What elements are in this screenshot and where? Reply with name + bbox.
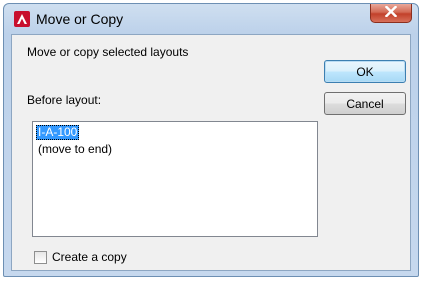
create-copy-label[interactable]: Create a copy	[52, 250, 127, 264]
window-title: Move or Copy	[36, 11, 124, 27]
dialog-body: Move or copy selected layouts Before lay…	[11, 34, 411, 271]
close-button[interactable]	[370, 4, 412, 23]
create-copy-checkbox[interactable]	[34, 250, 47, 264]
before-layout-label: Before layout:	[27, 93, 102, 107]
create-copy-option[interactable]: Create a copy	[34, 250, 127, 264]
ok-button[interactable]: OK	[324, 60, 406, 83]
prompt-text: Move or copy selected layouts	[27, 45, 189, 59]
list-item-move-to-end[interactable]: (move to end)	[36, 142, 114, 157]
cancel-button[interactable]: Cancel	[324, 92, 406, 115]
list-item-i-a-100[interactable]: I-A-100	[36, 125, 80, 140]
autocad-logo-icon	[14, 11, 30, 27]
title-bar[interactable]: Move or Copy	[4, 4, 418, 34]
move-or-copy-dialog: Move or Copy Move or copy selected layou…	[3, 3, 419, 277]
before-layout-listbox[interactable]: I-A-100 (move to end)	[32, 121, 318, 237]
close-icon	[384, 5, 398, 20]
